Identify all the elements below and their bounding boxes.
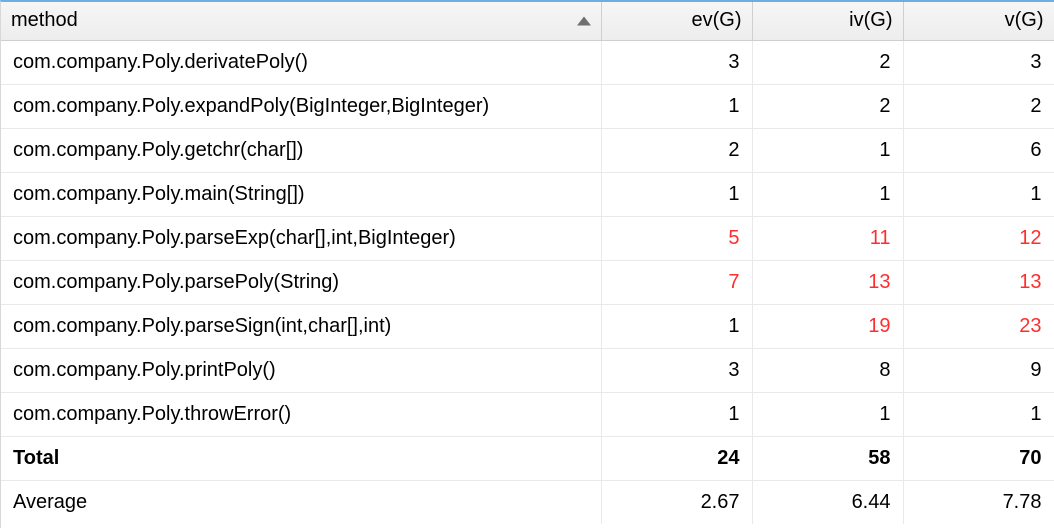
summary-iv: 58	[752, 436, 903, 480]
cell-v: 23	[903, 304, 1054, 348]
table-row[interactable]: com.company.Poly.printPoly()389	[1, 348, 1054, 392]
summary-ev: 2.67	[601, 480, 752, 524]
summary-row: Total245870	[1, 436, 1054, 480]
column-header-ev[interactable]: ev(G)	[601, 2, 752, 40]
table-row[interactable]: com.company.Poly.expandPoly(BigInteger,B…	[1, 84, 1054, 128]
table-row[interactable]: com.company.Poly.getchr(char[])216	[1, 128, 1054, 172]
cell-method: com.company.Poly.printPoly()	[1, 348, 601, 392]
table-row[interactable]: com.company.Poly.parseSign(int,char[],in…	[1, 304, 1054, 348]
cell-v: 13	[903, 260, 1054, 304]
cell-v: 9	[903, 348, 1054, 392]
table-row[interactable]: com.company.Poly.parseExp(char[],int,Big…	[1, 216, 1054, 260]
cell-v: 3	[903, 40, 1054, 84]
cell-method: com.company.Poly.parsePoly(String)	[1, 260, 601, 304]
cell-ev: 1	[601, 392, 752, 436]
summary-label: Average	[1, 480, 601, 524]
table-header-row: method ev(G) iv(G) v(G)	[1, 2, 1054, 40]
cell-method: com.company.Poly.parseSign(int,char[],in…	[1, 304, 601, 348]
table-row[interactable]: com.company.Poly.throwError()111	[1, 392, 1054, 436]
cell-ev: 1	[601, 172, 752, 216]
cell-ev: 3	[601, 348, 752, 392]
table-row[interactable]: com.company.Poly.parsePoly(String)71313	[1, 260, 1054, 304]
cell-method: com.company.Poly.derivatePoly()	[1, 40, 601, 84]
cell-iv: 1	[752, 128, 903, 172]
cell-iv: 13	[752, 260, 903, 304]
table-row[interactable]: com.company.Poly.main(String[])111	[1, 172, 1054, 216]
cell-v: 2	[903, 84, 1054, 128]
summary-v: 7.78	[903, 480, 1054, 524]
cell-iv: 11	[752, 216, 903, 260]
cell-iv: 19	[752, 304, 903, 348]
cell-ev: 7	[601, 260, 752, 304]
summary-v: 70	[903, 436, 1054, 480]
cell-v: 12	[903, 216, 1054, 260]
summary-ev: 24	[601, 436, 752, 480]
summary-iv: 6.44	[752, 480, 903, 524]
cell-method: com.company.Poly.parseExp(char[],int,Big…	[1, 216, 601, 260]
cell-ev: 1	[601, 84, 752, 128]
column-header-v[interactable]: v(G)	[903, 2, 1054, 40]
cell-v: 1	[903, 392, 1054, 436]
cell-method: com.company.Poly.expandPoly(BigInteger,B…	[1, 84, 601, 128]
metrics-table: method ev(G) iv(G) v(G) com.company.Poly…	[1, 2, 1054, 524]
cell-ev: 2	[601, 128, 752, 172]
cell-ev: 1	[601, 304, 752, 348]
summary-label: Total	[1, 436, 601, 480]
cell-iv: 2	[752, 40, 903, 84]
cell-v: 6	[903, 128, 1054, 172]
cell-method: com.company.Poly.throwError()	[1, 392, 601, 436]
column-header-iv[interactable]: iv(G)	[752, 2, 903, 40]
table-row[interactable]: com.company.Poly.derivatePoly()323	[1, 40, 1054, 84]
summary-row: Average2.676.447.78	[1, 480, 1054, 524]
cell-method: com.company.Poly.getchr(char[])	[1, 128, 601, 172]
cell-ev: 5	[601, 216, 752, 260]
cell-iv: 1	[752, 392, 903, 436]
cell-iv: 8	[752, 348, 903, 392]
cell-iv: 2	[752, 84, 903, 128]
cell-ev: 3	[601, 40, 752, 84]
column-header-label: method	[11, 9, 78, 31]
cell-v: 1	[903, 172, 1054, 216]
cell-iv: 1	[752, 172, 903, 216]
cell-method: com.company.Poly.main(String[])	[1, 172, 601, 216]
sort-asc-icon	[577, 16, 591, 25]
column-header-method[interactable]: method	[1, 2, 601, 40]
